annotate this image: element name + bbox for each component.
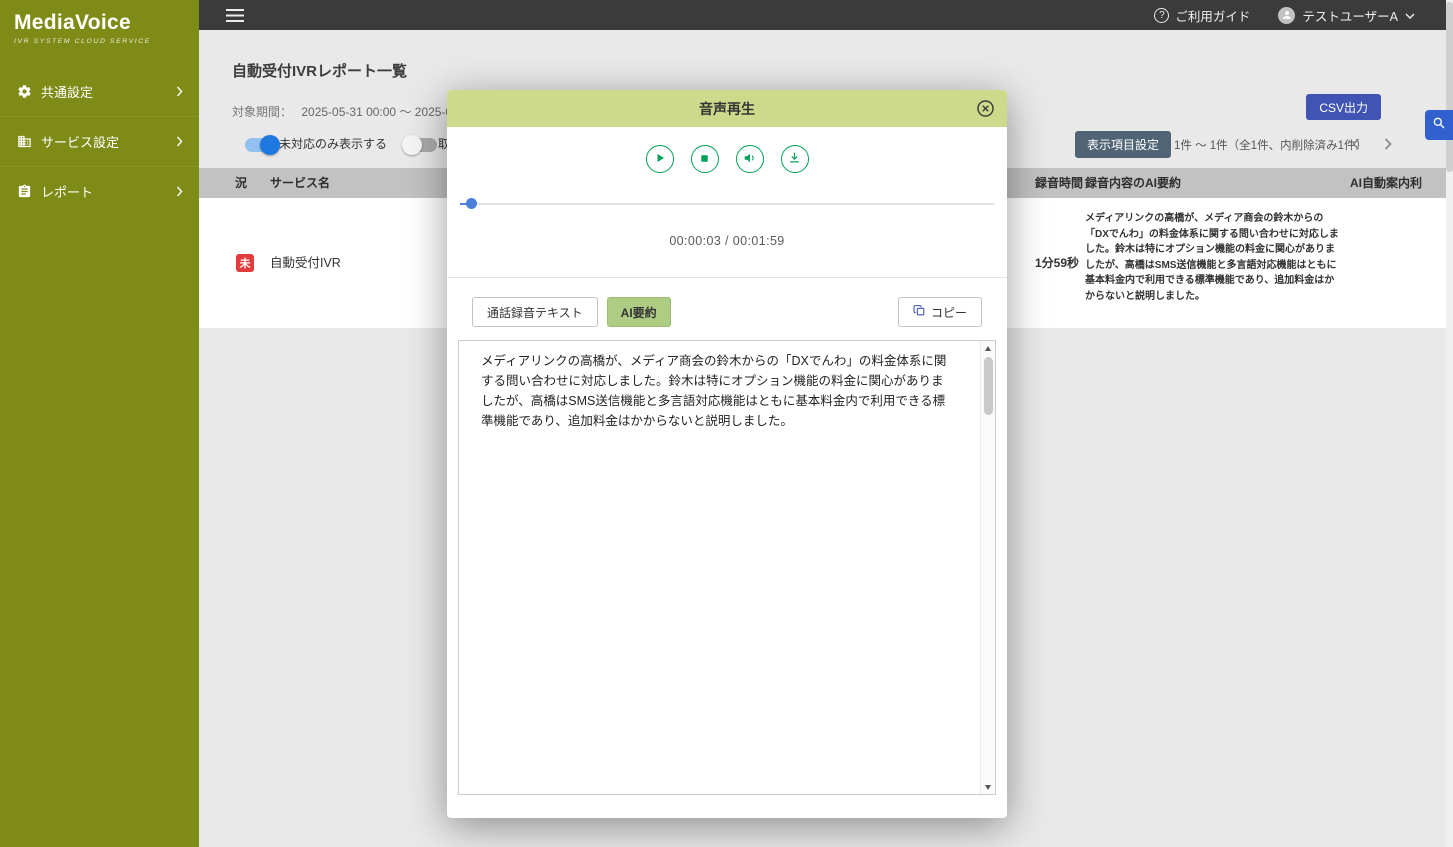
- next-page-icon[interactable]: [1377, 133, 1399, 155]
- modal-title: 音声再生: [699, 99, 755, 119]
- cell-recording-time: 1分59秒: [1035, 198, 1079, 328]
- prev-page-icon[interactable]: [1345, 133, 1367, 155]
- logo-title: MediaVoice: [14, 11, 185, 35]
- summary-text-panel: メディアリンクの高橋が、メディア商会の鈴木からの「DXでんわ」の料金体系に関する…: [458, 340, 996, 795]
- play-icon: [654, 152, 666, 167]
- target-period-label: 対象期間：: [232, 105, 292, 119]
- sidebar-item-service-settings[interactable]: サービス設定: [0, 116, 199, 166]
- ai-summary-text: メディアリンクの高橋が、メディア商会の鈴木からの「DXでんわ」の料金体系に関する…: [459, 341, 995, 441]
- col-service-name: サービス名: [270, 168, 330, 198]
- display-item-settings-button[interactable]: 表示項目設定: [1075, 131, 1171, 158]
- sidebar: MediaVoice IVR SYSTEM CLOUD SERVICE 共通設定…: [0, 0, 199, 847]
- sidebar-nav: 共通設定 サービス設定 レポート: [0, 67, 199, 216]
- col-recording-time: 録音時間: [1035, 168, 1083, 198]
- target-period: 対象期間： 2025-05-31 00:00 〜 2025-06-30: [232, 103, 476, 120]
- slider-thumb[interactable]: [466, 198, 477, 209]
- logo-subtitle: IVR SYSTEM CLOUD SERVICE: [14, 38, 185, 45]
- search-icon: [1432, 116, 1446, 135]
- toggle-knob: [260, 135, 280, 155]
- progress-slider[interactable]: [460, 198, 994, 209]
- topbar: ? ご利用ガイド テストユーザーA: [199, 0, 1453, 30]
- usage-guide-label: ご利用ガイド: [1175, 6, 1250, 25]
- logo: MediaVoice IVR SYSTEM CLOUD SERVICE: [0, 0, 199, 53]
- col-ai-guidance: AI自動案内利: [1350, 168, 1422, 198]
- section-divider: [447, 277, 1007, 278]
- stop-button[interactable]: [691, 145, 719, 173]
- toggle-knob: [402, 135, 422, 155]
- slider-track[interactable]: [460, 203, 994, 205]
- play-button[interactable]: [646, 145, 674, 173]
- page-scrollbar-thumb[interactable]: [1446, 2, 1453, 172]
- chevron-right-icon: [176, 136, 183, 147]
- user-name: テストユーザーA: [1302, 6, 1398, 25]
- scroll-up-icon[interactable]: [981, 341, 995, 355]
- csv-export-button[interactable]: CSV出力: [1306, 94, 1381, 120]
- copy-button[interactable]: コピー: [898, 297, 982, 327]
- chevron-right-icon: [176, 186, 183, 197]
- scroll-down-icon[interactable]: [981, 780, 995, 794]
- sidebar-item-label: サービス設定: [41, 132, 119, 151]
- download-icon: [788, 151, 801, 167]
- audio-playback-modal: 音声再生 00:00:03 / 00:01:59 通話録音テキスト AI要約: [447, 90, 1007, 818]
- volume-button[interactable]: [736, 145, 764, 173]
- unhandled-only-toggle[interactable]: [245, 138, 278, 152]
- panel-scrollbar[interactable]: [980, 341, 995, 794]
- download-button[interactable]: [781, 145, 809, 173]
- volume-icon: [743, 151, 757, 168]
- secondary-toggle[interactable]: [404, 138, 437, 152]
- audio-controls: [447, 145, 1007, 173]
- user-menu[interactable]: テストユーザーA: [1278, 6, 1415, 25]
- sidebar-item-label: 共通設定: [41, 82, 93, 101]
- topbar-right: ? ご利用ガイド テストユーザーA: [1154, 6, 1415, 25]
- sidebar-item-report[interactable]: レポート: [0, 166, 199, 216]
- unhandled-only-toggle-label: 未対応のみ表示する: [279, 134, 387, 154]
- services-icon: [16, 134, 32, 150]
- user-avatar-icon: [1278, 7, 1295, 24]
- report-icon: [16, 184, 32, 200]
- hamburger-menu-icon[interactable]: [226, 9, 244, 22]
- sidebar-item-common-settings[interactable]: 共通設定: [0, 67, 199, 116]
- panel-scrollbar-thumb[interactable]: [984, 357, 993, 415]
- chevron-down-icon: [1405, 8, 1415, 22]
- copy-icon: [913, 304, 926, 320]
- cell-ai-summary: メディアリンクの高橋が、メディア商会の鈴木からの「DXでんわ」の料金体系に関する…: [1085, 211, 1343, 304]
- usage-guide-link[interactable]: ? ご利用ガイド: [1154, 6, 1250, 25]
- stop-icon: [699, 152, 710, 167]
- time-display: 00:00:03 / 00:01:59: [447, 234, 1007, 249]
- tab-call-transcript[interactable]: 通話録音テキスト: [472, 297, 598, 327]
- copy-button-label: コピー: [931, 304, 967, 321]
- modal-header: 音声再生: [447, 90, 1007, 127]
- tab-row: 通話録音テキスト AI要約 コピー: [472, 297, 982, 327]
- search-fab[interactable]: [1425, 110, 1453, 140]
- chevron-right-icon: [176, 86, 183, 97]
- pagination-summary: 1件 〜 1件（全1件、内削除済み1件）: [1174, 137, 1367, 153]
- status-badge: 未: [236, 254, 254, 272]
- sidebar-item-label: レポート: [41, 182, 93, 201]
- close-icon[interactable]: [976, 99, 995, 118]
- cell-service-name: 自動受付IVR: [270, 198, 341, 328]
- gear-icon: [16, 84, 32, 100]
- col-status: 況: [235, 168, 247, 198]
- page-title: 自動受付IVRレポート一覧: [232, 60, 407, 81]
- col-ai-summary: 録音内容のAI要約: [1085, 168, 1181, 198]
- tab-ai-summary[interactable]: AI要約: [607, 297, 671, 327]
- help-icon: ?: [1154, 8, 1169, 23]
